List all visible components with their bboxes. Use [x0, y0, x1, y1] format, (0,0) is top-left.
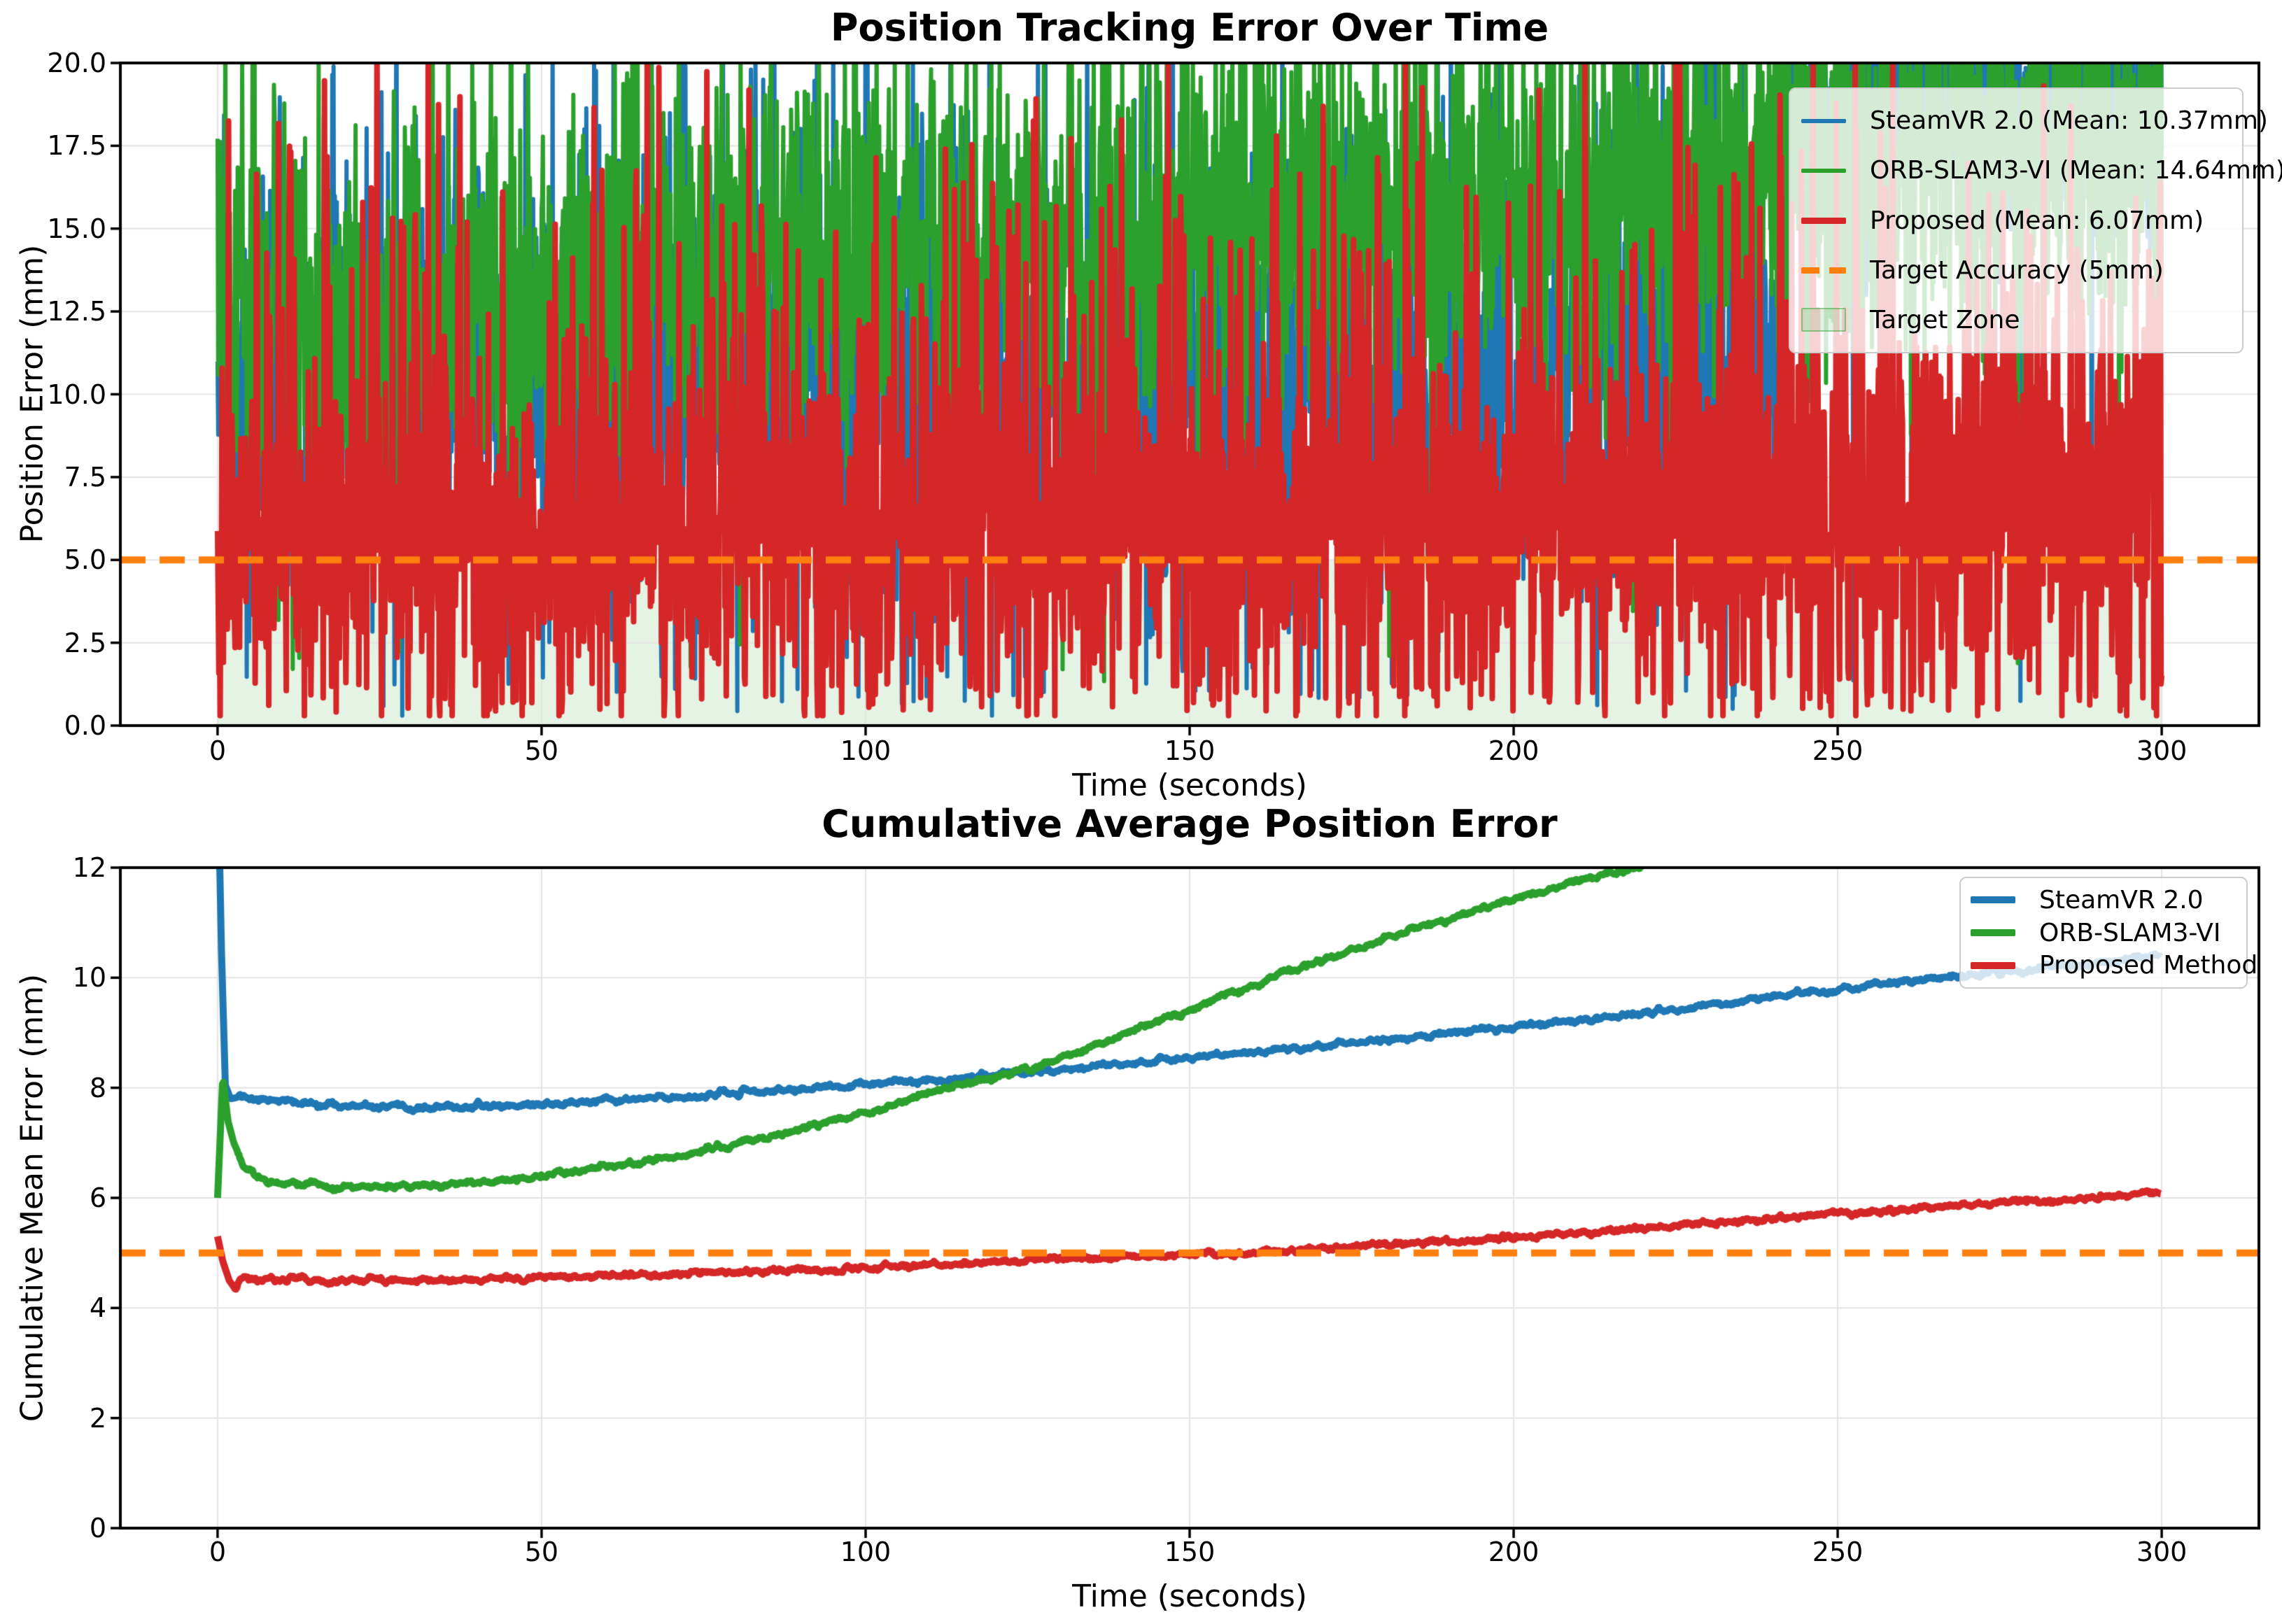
y-tick-label: 7.5: [64, 462, 106, 493]
legend-line-swatch-icon: [1971, 929, 2015, 936]
y-tick-label: 15.0: [47, 213, 106, 244]
y-tick-label: 6: [90, 1182, 106, 1213]
x-tick-label: 150: [1164, 735, 1216, 766]
x-tick-label: 250: [1812, 735, 1864, 766]
bottom-chart-title: Cumulative Average Position Error: [822, 802, 1557, 846]
x-tick-label: 50: [525, 735, 558, 766]
y-tick-label: 10.0: [47, 379, 106, 410]
x-tick-label: 0: [209, 735, 226, 766]
top-chart-x-axis-label: Time (seconds): [1072, 768, 1307, 803]
legend-entry: Target Zone: [1801, 295, 2231, 345]
legend-entry-label: SteamVR 2.0 (Mean: 10.37mm): [1870, 106, 2268, 135]
legend-entry-label: ORB-SLAM3-VI (Mean: 14.64mm): [1870, 156, 2282, 185]
legend-dashed-line-swatch-icon: [1801, 267, 1846, 274]
y-tick-label: 2.5: [64, 628, 106, 658]
y-tick-label: 20.0: [47, 48, 106, 78]
legend-entry-label: SteamVR 2.0: [2039, 886, 2204, 915]
y-tick-label: 4: [90, 1292, 106, 1323]
y-tick-label: 8: [90, 1073, 106, 1103]
x-tick-label: 200: [1488, 1537, 1540, 1567]
bottom-chart-x-axis-label: Time (seconds): [1072, 1579, 1307, 1614]
y-tick-label: 5.0: [64, 544, 106, 575]
x-tick-label: 300: [2136, 735, 2188, 766]
x-tick-label: 300: [2136, 1537, 2188, 1567]
x-tick-label: 250: [1812, 1537, 1864, 1567]
legend-patch-swatch-icon: [1801, 308, 1846, 332]
x-tick-label: 100: [840, 1537, 892, 1567]
y-tick-label: 12.5: [47, 296, 106, 327]
legend-entry-label: ORB-SLAM3-VI: [2039, 919, 2221, 947]
x-tick-label: 200: [1488, 735, 1540, 766]
x-tick-label: 150: [1164, 1537, 1216, 1567]
figure: Position Tracking Error Over Time Positi…: [0, 0, 2282, 1624]
top-chart-y-axis-label: Position Error (mm): [15, 245, 50, 544]
legend-line-swatch-icon: [1971, 962, 2015, 969]
x-tick-label: 100: [840, 735, 892, 766]
y-tick-label: 12: [73, 852, 106, 883]
top-chart-title: Position Tracking Error Over Time: [831, 6, 1549, 50]
legend-line-swatch-icon: [1801, 169, 1846, 173]
y-tick-label: 0: [90, 1513, 106, 1544]
legend-line-swatch-icon: [1801, 119, 1846, 123]
x-tick-label: 50: [525, 1537, 558, 1567]
legend-entry: SteamVR 2.0 (Mean: 10.37mm): [1801, 96, 2231, 146]
legend-entry: SteamVR 2.0: [1971, 884, 2237, 917]
legend-entry: Proposed Method: [1971, 949, 2237, 982]
y-tick-label: 17.5: [47, 130, 106, 161]
legend-line-swatch-icon: [1801, 218, 1846, 224]
bottom-chart-legend: SteamVR 2.0 ORB-SLAM3-VIProposed Method: [1959, 877, 2248, 989]
legend-entry-label: Proposed (Mean: 6.07mm): [1870, 206, 2204, 235]
legend-entry: ORB-SLAM3-VI: [1971, 917, 2237, 949]
y-tick-label: 2: [90, 1403, 106, 1434]
legend-entry-label: Target Accuracy (5mm): [1870, 256, 2164, 285]
y-tick-label: 0.0: [64, 710, 106, 741]
y-tick-label: 10: [73, 962, 106, 993]
x-tick-label: 0: [209, 1537, 226, 1567]
top-chart-legend: SteamVR 2.0 (Mean: 10.37mm)ORB-SLAM3-VI …: [1789, 87, 2244, 353]
legend-entry: ORB-SLAM3-VI (Mean: 14.64mm): [1801, 146, 2231, 195]
bottom-chart-y-axis-label: Cumulative Mean Error (mm): [15, 974, 50, 1422]
legend-entry-label: Target Zone: [1870, 306, 2020, 334]
legend-entry: Proposed (Mean: 6.07mm): [1801, 195, 2231, 245]
legend-entry-label: Proposed Method: [2039, 951, 2258, 980]
legend-line-swatch-icon: [1971, 896, 2015, 903]
legend-entry: Target Accuracy (5mm): [1801, 246, 2231, 295]
